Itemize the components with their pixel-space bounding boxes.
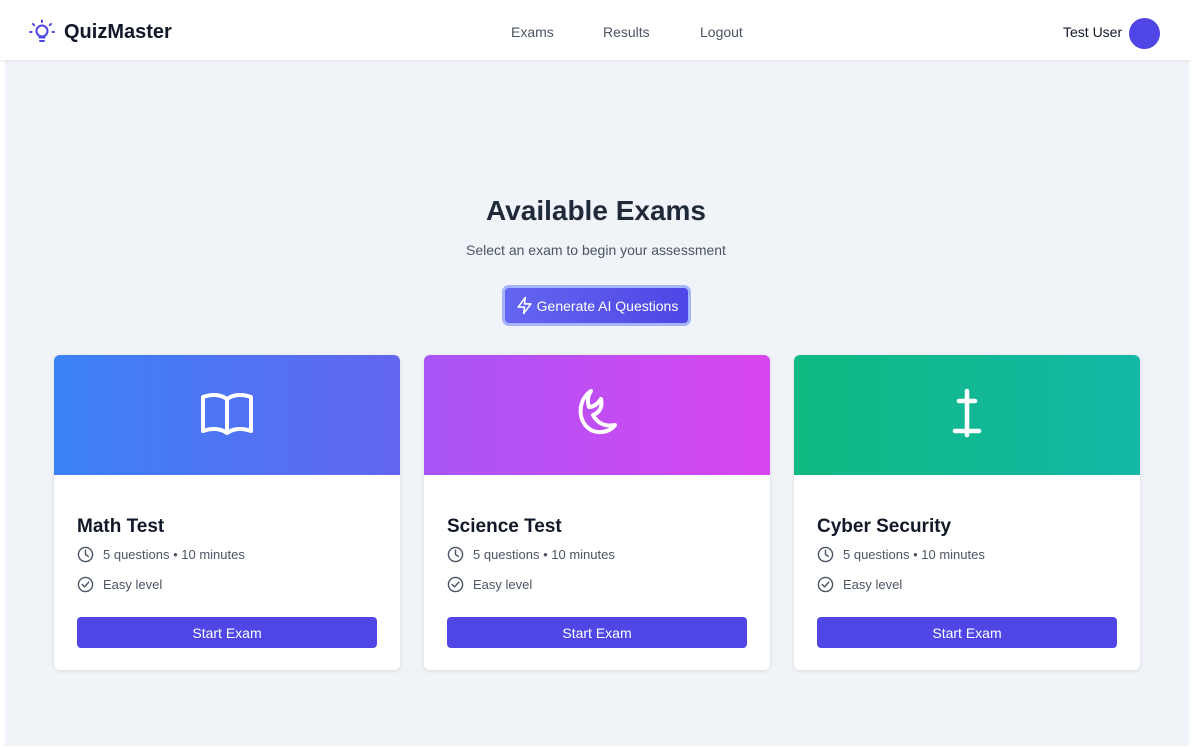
card-meta-text: 5 questions • 10 minutes xyxy=(473,547,615,562)
card-meta-text: 5 questions • 10 minutes xyxy=(843,547,985,562)
card-title: Science Test xyxy=(447,516,562,537)
check-circle-icon xyxy=(77,576,94,593)
card-banner xyxy=(424,355,770,475)
nav-link-logout[interactable]: Logout xyxy=(700,24,743,40)
card-meta-level: Easy level xyxy=(447,576,532,593)
card-meta-text: 5 questions • 10 minutes xyxy=(103,547,245,562)
card-banner xyxy=(794,355,1140,475)
top-navbar: QuizMaster Exams Results Logout Test Use… xyxy=(0,0,1192,60)
exam-card-science: Science Test 5 questions • 10 minutes Ea… xyxy=(424,355,770,670)
card-meta-questions: 5 questions • 10 minutes xyxy=(447,546,615,563)
exam-card-math: Math Test 5 questions • 10 minutes Easy … xyxy=(54,355,400,670)
card-title: Cyber Security xyxy=(817,516,952,537)
nav-link-exams[interactable]: Exams xyxy=(511,24,554,40)
card-banner xyxy=(54,355,400,475)
page-subtitle: Select an exam to begin your assessment xyxy=(466,242,726,258)
generate-ai-questions-button[interactable]: Generate AI Questions xyxy=(502,285,691,326)
clock-icon xyxy=(447,546,464,563)
exam-card-cyber-security: Cyber Security 5 questions • 10 minutes … xyxy=(794,355,1140,670)
card-level-text: Easy level xyxy=(843,577,903,592)
page-title: Available Exams xyxy=(486,195,706,226)
start-exam-button[interactable]: Start Exam xyxy=(447,617,747,648)
card-level-text: Easy level xyxy=(103,577,163,592)
clock-icon xyxy=(77,546,94,563)
card-meta-questions: 5 questions • 10 minutes xyxy=(817,546,985,563)
card-meta-level: Easy level xyxy=(77,576,162,593)
card-meta-questions: 5 questions • 10 minutes xyxy=(77,546,245,563)
user-name: Test User xyxy=(1063,24,1123,40)
start-exam-button[interactable]: Start Exam xyxy=(77,617,377,648)
card-level-text: Easy level xyxy=(473,577,533,592)
card-title: Math Test xyxy=(77,516,165,537)
check-circle-icon xyxy=(817,576,834,593)
lightning-icon xyxy=(515,296,534,315)
check-circle-icon xyxy=(447,576,464,593)
generate-button-label: Generate AI Questions xyxy=(536,297,679,314)
card-meta-level: Easy level xyxy=(817,576,902,593)
nav-link-results[interactable]: Results xyxy=(603,24,650,40)
moon-icon xyxy=(569,385,625,446)
avatar[interactable] xyxy=(1129,18,1160,49)
cursor-icon xyxy=(939,385,995,446)
start-exam-button[interactable]: Start Exam xyxy=(817,617,1117,648)
book-icon xyxy=(199,385,255,446)
clock-icon xyxy=(817,546,834,563)
main-nav: Exams Results Logout xyxy=(0,24,1192,44)
